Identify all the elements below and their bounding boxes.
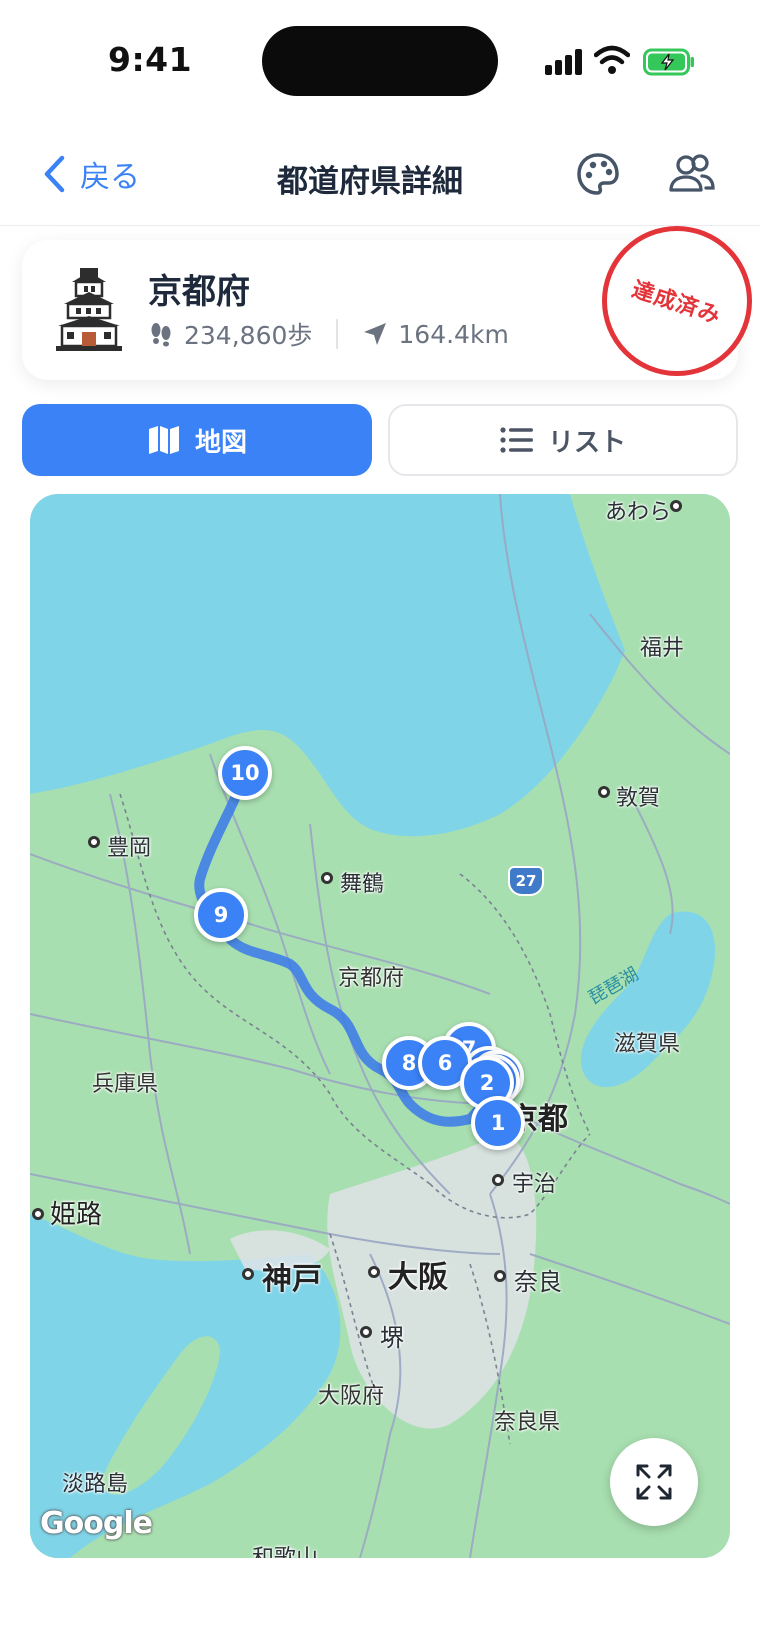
city-dot: [368, 1266, 380, 1278]
place-kyotofu: 京都府: [338, 966, 405, 991]
list-icon: [500, 427, 533, 453]
city-dot: [242, 1268, 254, 1280]
route-pin[interactable]: 9: [194, 888, 248, 942]
castle-icon: [56, 268, 122, 351]
achieved-stamp: 達成済み: [602, 226, 752, 376]
stamp-label: 達成済み: [628, 277, 724, 330]
city-dot: [670, 500, 682, 512]
wifi-icon: [594, 45, 630, 74]
status-time: 9:41: [108, 40, 193, 79]
status-bar: 9:41: [0, 0, 760, 120]
route-pin[interactable]: 1: [471, 1096, 525, 1150]
city-dot: [494, 1270, 506, 1282]
place-wakayama: 和歌山: [252, 1540, 318, 1558]
city-dot: [32, 1208, 44, 1220]
place-nara: 奈良: [514, 1268, 562, 1296]
footprints-icon: [151, 323, 171, 347]
place-uji: 宇治: [512, 1172, 557, 1197]
route-pin[interactable]: 10: [218, 746, 272, 800]
place-tsuruga: 敦賀: [616, 786, 661, 811]
city-dot: [88, 836, 100, 848]
map-view[interactable]: あわら 福井 敦賀 豊岡 舞鶴 27 京都府 琵琶湖 滋賀県 兵庫県 京都 宇治…: [30, 494, 730, 1558]
place-shiga: 滋賀県: [614, 1032, 681, 1057]
place-osaka: 大阪: [388, 1260, 448, 1295]
expand-icon: [636, 1464, 672, 1500]
city-dot: [321, 872, 333, 884]
prefecture-card: 京都府 234,860歩 164.4km 達成済み: [22, 226, 752, 380]
place-osakafu: 大阪府: [318, 1384, 385, 1409]
distance-stat: 164.4km: [362, 319, 509, 349]
dynamic-island: [262, 26, 498, 96]
map-icon: [148, 426, 179, 454]
navigation-bar: 戻る 都道府県詳細: [0, 120, 760, 226]
place-sakai: 堺: [380, 1324, 404, 1352]
city-dot: [492, 1174, 504, 1186]
google-attribution: Google: [40, 1506, 153, 1541]
tab-map-label: 地図: [194, 427, 247, 458]
place-maizuru: 舞鶴: [340, 872, 385, 897]
prefecture-stats: 234,860歩 164.4km: [148, 316, 509, 352]
steps-stat: 234,860歩: [148, 316, 312, 352]
page-title: 都道府県詳細: [277, 164, 463, 200]
place-awara: あわら: [605, 500, 672, 525]
place-himeji: 姫路: [50, 1200, 103, 1230]
steps-value: 234,860歩: [184, 321, 313, 350]
distance-value: 164.4km: [398, 319, 509, 349]
place-narakn: 奈良県: [494, 1410, 561, 1435]
location-arrow-icon: [364, 323, 387, 345]
city-dot: [598, 786, 610, 798]
place-kobe: 神戸: [262, 1262, 322, 1297]
palette-icon[interactable]: [574, 150, 622, 198]
place-toyooka: 豊岡: [107, 836, 152, 861]
stat-divider: [336, 319, 339, 349]
prefecture-name: 京都府: [148, 272, 250, 312]
route-27-badge: 27: [508, 866, 544, 896]
city-dot: [360, 1326, 372, 1338]
users-icon[interactable]: [666, 150, 716, 198]
cellular-signal-icon: [545, 49, 583, 75]
place-hyogo: 兵庫県: [92, 1072, 159, 1097]
expand-map-button[interactable]: [610, 1438, 698, 1526]
place-awajishima: 淡路島: [62, 1472, 129, 1497]
place-fukui: 福井: [640, 636, 685, 661]
tab-map[interactable]: 地図: [22, 404, 372, 476]
tab-list-label: リスト: [547, 427, 626, 458]
battery-charging-icon: [643, 48, 694, 76]
tab-list[interactable]: リスト: [388, 404, 738, 476]
